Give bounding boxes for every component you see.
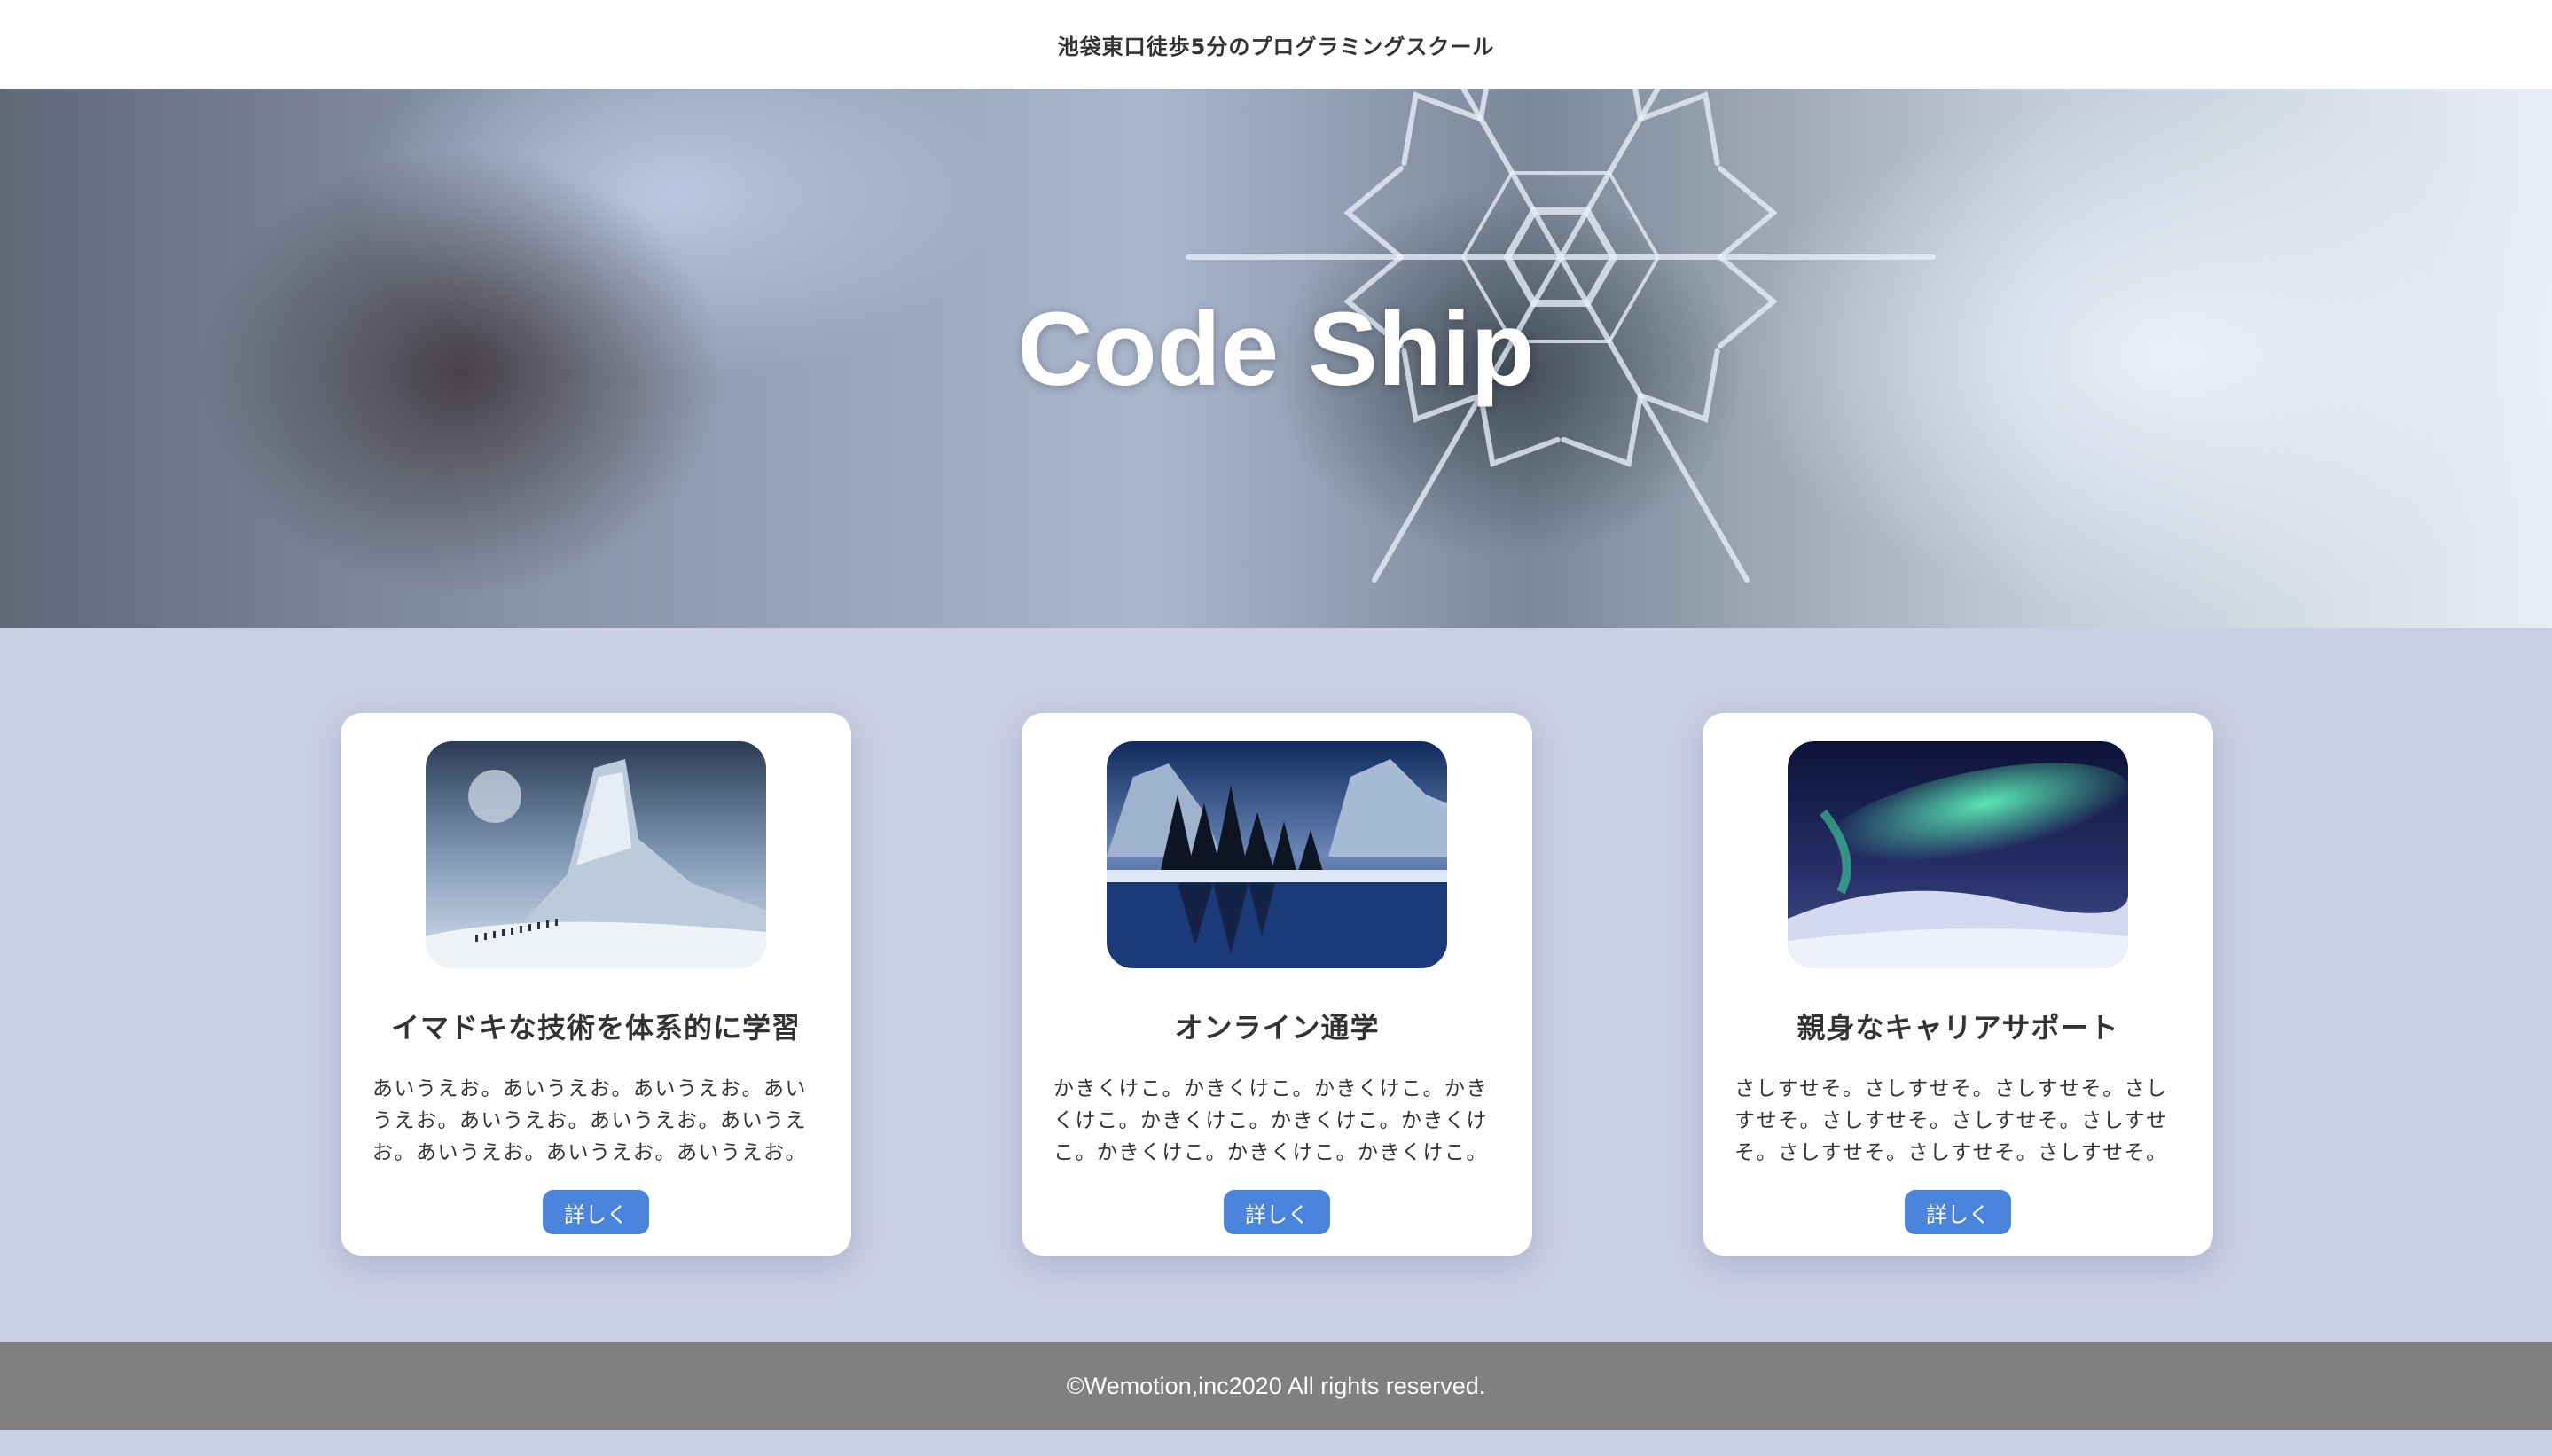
card-title: イマドキな技術を体系的に学習 [390, 1011, 801, 1045]
feature-card: 親身なキャリアサポート さしすせそ。さしすせそ。さしすせそ。さしすせそ。さしすせ… [1703, 713, 2213, 1256]
copyright-text: ©Wemotion,inc2020 All rights reserved. [1066, 1372, 1486, 1399]
hero-section: Code Ship [0, 89, 2552, 628]
feature-card: イマドキな技術を体系的に学習 あいうえお。あいうえお。あいうえお。あいうえお。あ… [341, 713, 851, 1256]
card-description: さしすせそ。さしすせそ。さしすせそ。さしすせそ。さしすせそ。さしすせそ。さしすせ… [1734, 1077, 2168, 1164]
header-tagline: 池袋東口徒歩5分のプログラミングスクール [1057, 34, 1495, 59]
details-button[interactable]: 詳しく [1905, 1190, 2011, 1234]
site-header: 池袋東口徒歩5分のプログラミングスクール [0, 0, 2552, 89]
card-title: 親身なキャリアサポート [1797, 1011, 2119, 1045]
aurora-image [1788, 741, 2128, 968]
details-button[interactable]: 詳しく [1224, 1190, 1330, 1234]
details-button[interactable]: 詳しく [543, 1190, 649, 1234]
site-footer: ©Wemotion,inc2020 All rights reserved. [0, 1342, 2552, 1430]
feature-card: オンライン通学 かきくけこ。かきくけこ。かきくけこ。かきくけこ。かきくけこ。かき… [1022, 713, 1532, 1256]
feature-cards: イマドキな技術を体系的に学習 あいうえお。あいうえお。あいうえお。あいうえお。あ… [0, 628, 2552, 1342]
card-description: かきくけこ。かきくけこ。かきくけこ。かきくけこ。かきくけこ。かきくけこ。かきくけ… [1053, 1077, 1488, 1164]
card-description: あいうえお。あいうえお。あいうえお。あいうえお。あいうえお。あいうえお。あいうえ… [372, 1077, 807, 1164]
card-title: オンライン通学 [1174, 1011, 1380, 1045]
hero-title: Code Ship [1017, 291, 1535, 408]
lake-forest-image [1107, 741, 1447, 968]
ice-mountain-image [426, 741, 766, 968]
